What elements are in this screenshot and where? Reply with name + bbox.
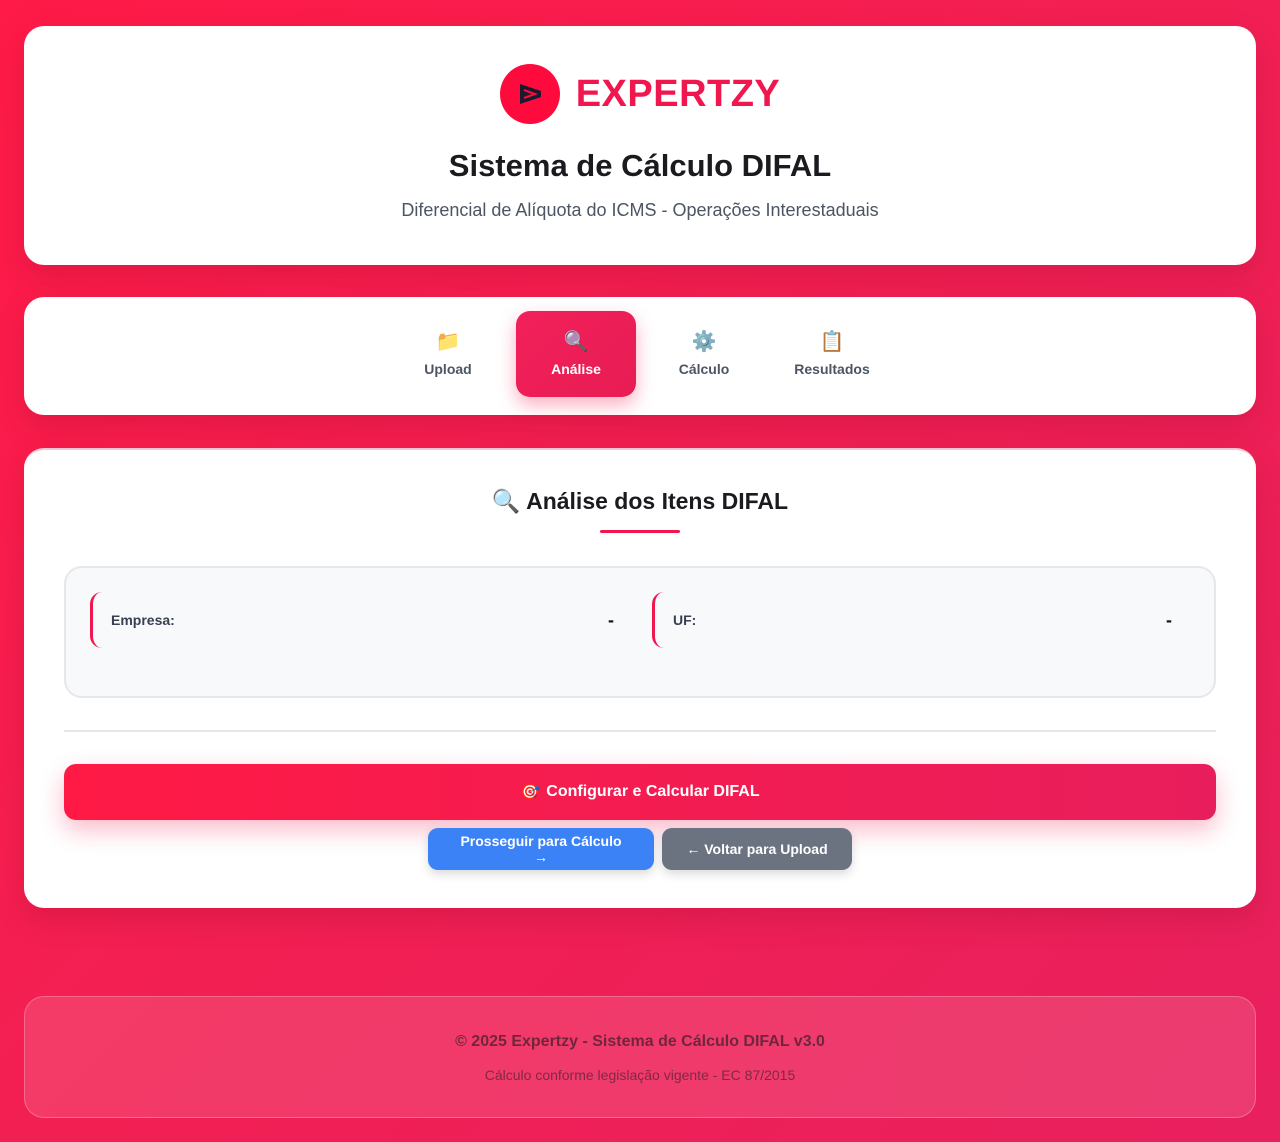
magnifier-icon: 🔍: [491, 488, 521, 514]
section-title: 🔍 Análise dos Itens DIFAL: [24, 488, 1256, 515]
tab-label: Upload: [424, 361, 472, 377]
clipboard-icon: 📋: [819, 331, 845, 353]
tab-upload[interactable]: 📁 Upload: [388, 311, 508, 397]
company-field: Empresa: -: [90, 592, 614, 648]
magnifier-icon: 🔍: [563, 331, 589, 353]
tab-list: 📁 Upload 🔍 Análise ⚙️ Cálculo 📋 Resultad…: [24, 311, 1256, 397]
proceed-to-calculation-button[interactable]: Prosseguir para Cálculo →: [428, 828, 654, 870]
header-card: EXPERTZY Sistema de Cálculo DIFAL Difere…: [24, 26, 1256, 265]
company-value: -: [608, 609, 614, 630]
company-info-box: Empresa: - UF: -: [64, 566, 1216, 698]
back-to-upload-button[interactable]: ← Voltar para Upload: [662, 828, 852, 870]
configure-calculate-label: Configurar e Calcular DIFAL: [546, 783, 760, 800]
configure-calculate-button[interactable]: 🎯 Configurar e Calcular DIFAL: [64, 764, 1216, 820]
footer-note: Cálculo conforme legislação vigente - EC…: [484, 1067, 796, 1083]
tab-label: Resultados: [794, 361, 870, 377]
logo: EXPERTZY: [24, 64, 1256, 124]
section-title-text: Análise dos Itens DIFAL: [526, 488, 789, 514]
folder-icon: 📁: [435, 331, 461, 353]
navigation-buttons: Prosseguir para Cálculo → ← Voltar para …: [24, 828, 1256, 870]
tab-calculo[interactable]: ⚙️ Cálculo: [644, 311, 764, 397]
footer: © 2025 Expertzy - Sistema de Cálculo DIF…: [24, 996, 1256, 1118]
footer-copyright: © 2025 Expertzy - Sistema de Cálculo DIF…: [455, 1033, 825, 1050]
analysis-panel: 🔍 Análise dos Itens DIFAL Empresa: - UF:…: [24, 448, 1256, 908]
expertzy-logo-icon: [499, 64, 560, 124]
uf-label: UF:: [673, 612, 697, 628]
gear-icon: ⚙️: [691, 331, 717, 353]
brand-name: EXPERTZY: [575, 72, 781, 115]
page-subtitle: Diferencial de Alíquota do ICMS - Operaç…: [401, 200, 879, 220]
tab-label: Cálculo: [678, 361, 730, 377]
tab-resultados[interactable]: 📋 Resultados: [772, 311, 892, 397]
step-navigation: 📁 Upload 🔍 Análise ⚙️ Cálculo 📋 Resultad…: [24, 297, 1256, 415]
target-icon: 🎯: [520, 784, 541, 801]
title-underline: [600, 530, 680, 533]
tab-analise[interactable]: 🔍 Análise: [516, 311, 636, 397]
uf-value: -: [1166, 609, 1172, 630]
tab-label: Análise: [551, 361, 601, 377]
company-label: Empresa:: [111, 612, 175, 628]
divider: [64, 730, 1216, 732]
uf-field: UF: -: [652, 592, 1172, 648]
page-title: Sistema de Cálculo DIFAL: [448, 148, 832, 183]
